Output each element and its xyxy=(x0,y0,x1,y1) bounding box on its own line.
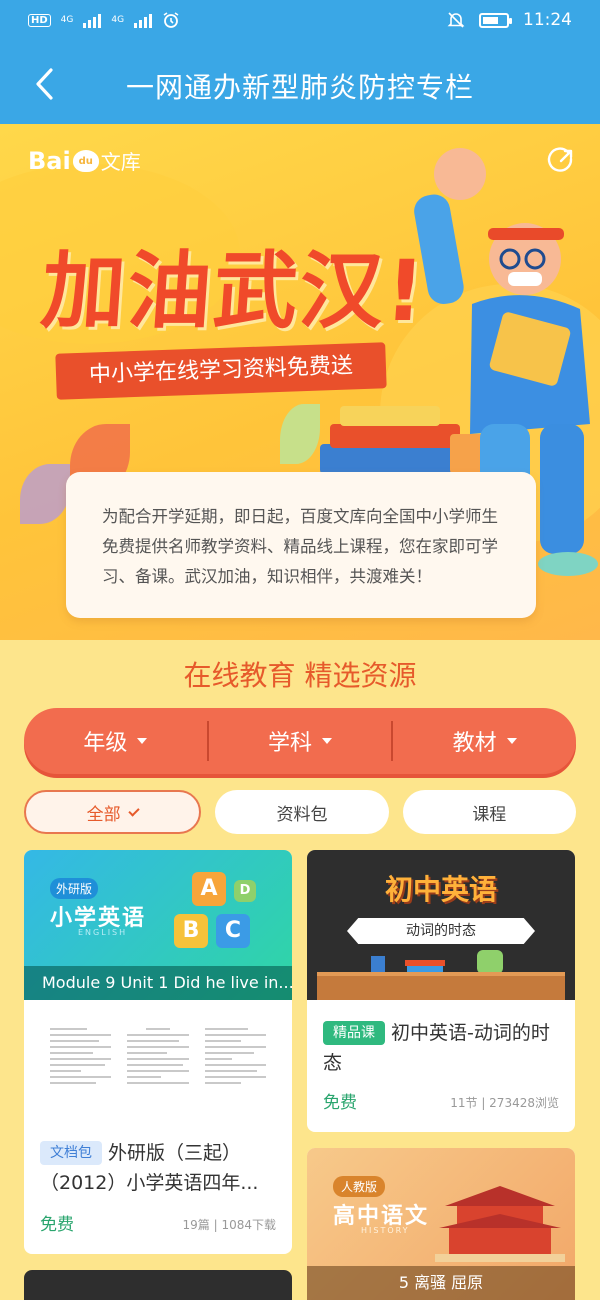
alarm-icon xyxy=(163,12,179,28)
section-title: 在线教育 精选资源 xyxy=(183,659,417,692)
page-title: 一网通办新型肺炎防控专栏 xyxy=(125,71,474,104)
card-title: 精品课 初中英语-动词的时态 xyxy=(323,1018,563,1078)
network-4g-label: 4G xyxy=(60,15,74,25)
network-4g-label-2: 4G xyxy=(111,15,125,25)
document-page-thumb xyxy=(50,1028,112,1130)
letter-block: C xyxy=(216,914,250,948)
filter-grade-dropdown[interactable]: 年级 xyxy=(24,725,207,757)
caret-down-icon xyxy=(322,738,333,744)
card-cover: 外研版 小学英语 ENGLISH A D B C Module 9 Unit 1… xyxy=(24,850,292,1000)
tab-label: 资料包 xyxy=(276,804,328,825)
logo-wenku: 文库 xyxy=(100,150,141,174)
nav-bar: 一网通办新型肺炎防控专栏 xyxy=(0,44,600,124)
letter-block: D xyxy=(234,880,256,902)
card-cover-strip: 5 离骚 屈原 xyxy=(307,1266,575,1300)
tab-label: 课程 xyxy=(472,804,507,825)
mute-icon xyxy=(447,12,465,28)
cover-subtitle: ENGLISH xyxy=(78,928,128,937)
logo-bai: Bai xyxy=(28,146,71,175)
publisher-badge: 外研版 xyxy=(50,878,99,899)
card-meta: 19篇 | 1084下载 xyxy=(182,1218,276,1232)
status-bar: HD 4G 4G 11:24 xyxy=(0,0,600,44)
publisher-badge: 人教版 xyxy=(333,1176,386,1197)
type-badge: 文档包 xyxy=(40,1141,102,1165)
price-label: 免费 xyxy=(323,1093,357,1113)
decor-leaf xyxy=(20,464,70,524)
battery-icon xyxy=(479,12,512,28)
resource-card[interactable]: 人教版 高中语文 HISTORY 5 离骚 屈原 xyxy=(307,1148,575,1300)
check-icon xyxy=(127,804,140,817)
caret-down-icon xyxy=(506,738,517,744)
banner-headline: 加油武汉! xyxy=(38,242,430,340)
hd-icon: HD xyxy=(28,13,51,27)
card-cover: 人教版 高中语文 HISTORY 5 离骚 屈原 xyxy=(307,1148,575,1300)
type-badge: 精品课 xyxy=(323,1021,385,1045)
document-preview xyxy=(24,1000,292,1130)
filter-subject-dropdown[interactable]: 学科 xyxy=(209,725,392,757)
resource-card[interactable]: 初中英语 动词的时态 精品课 初中英语-动词的时态 免费 11节 | 273428… xyxy=(307,850,575,1132)
letter-block: B xyxy=(174,914,208,948)
content-tabs: 全部 资料包 课程 xyxy=(24,790,576,834)
tab-all[interactable]: 全部 xyxy=(24,790,202,834)
cover-title: 初中英语 xyxy=(384,873,497,906)
filter-bar: 年级 学科 教材 xyxy=(24,708,576,774)
card-title: 文档包 外研版（三起）（2012）小学英语四年... xyxy=(40,1138,280,1198)
filter-label: 教材 xyxy=(452,731,497,756)
document-page-thumb xyxy=(204,1028,266,1130)
desk-illustration xyxy=(317,972,565,1000)
card-cover-strip: Module 9 Unit 1 Did he live in... xyxy=(24,966,292,1000)
palace-illustration xyxy=(435,1186,565,1262)
filter-textbook-dropdown[interactable]: 教材 xyxy=(393,725,576,757)
banner-note: 为配合开学延期，即日起，百度文库向全国中小学师生免费提供名师教学资料、精品线上课… xyxy=(66,472,536,618)
signal-icon-2 xyxy=(134,12,153,28)
document-page-thumb xyxy=(127,1028,189,1130)
letter-block: A xyxy=(192,872,226,906)
filter-label: 学科 xyxy=(268,731,313,756)
card-meta: 11节 | 273428浏览 xyxy=(450,1096,559,1110)
status-time: 11:24 xyxy=(523,10,572,30)
signal-icon xyxy=(83,12,102,28)
logo-paw-icon: du xyxy=(72,149,99,172)
tab-courses[interactable]: 课程 xyxy=(402,790,576,834)
cover-subtitle: 动词的时态 xyxy=(347,918,535,944)
caret-down-icon xyxy=(137,738,148,744)
cover-subtitle: HISTORY xyxy=(361,1226,410,1235)
baidu-wenku-logo: Bai du 文库 xyxy=(28,146,141,175)
banner-ribbon: 中小学在线学习资料免费送 xyxy=(55,342,387,400)
resource-card[interactable]: 外研版 小学英语 ENGLISH A D B C Module 9 Unit 1… xyxy=(24,850,292,1254)
card-cover: 初中英语 动词的时态 xyxy=(307,850,575,1000)
resource-card[interactable] xyxy=(24,1270,292,1300)
tab-packages[interactable]: 资料包 xyxy=(215,790,389,834)
tab-label: 全部 xyxy=(86,804,121,825)
hero-banner: Bai du 文库 加油武汉! 中小学在线学习资料免费送 为配合开学延期，即日起… xyxy=(0,124,600,640)
filter-label: 年级 xyxy=(83,731,128,756)
price-label: 免费 xyxy=(40,1215,74,1235)
